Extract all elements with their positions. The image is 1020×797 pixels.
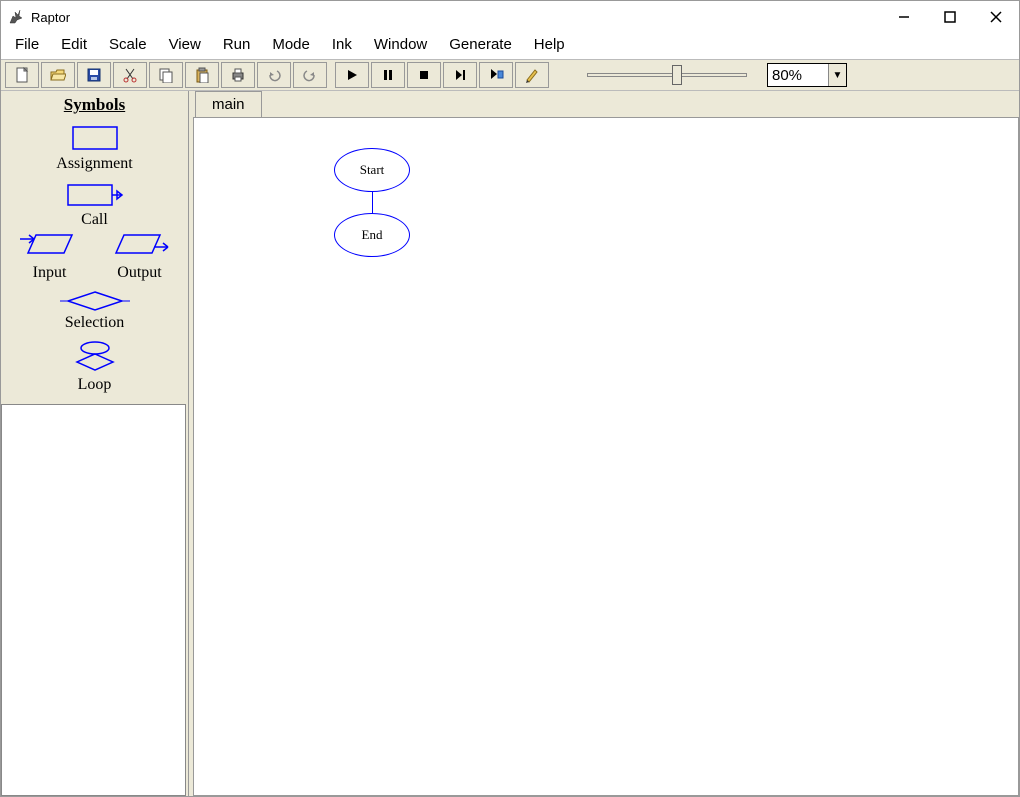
tab-main[interactable]: main [195,91,262,117]
symbol-selection[interactable]: Selection [1,290,188,332]
flow-start-node[interactable]: Start [334,148,410,192]
paste-button[interactable] [185,62,219,88]
symbol-assignment[interactable]: Assignment [1,123,188,173]
zoom-value: 80% [768,67,828,84]
new-button[interactable] [5,62,39,88]
redo-button[interactable] [293,62,327,88]
symbol-selection-label: Selection [1,314,188,332]
menu-window[interactable]: Window [364,34,437,55]
menu-view[interactable]: View [159,34,211,55]
dropdown-arrow-icon[interactable]: ▼ [828,64,846,86]
speed-slider[interactable] [587,63,747,87]
zoom-select[interactable]: 80% ▼ [767,63,847,87]
menu-help[interactable]: Help [524,34,575,55]
flow-start-label: Start [360,162,385,178]
watch-panel [1,404,186,796]
symbol-loop[interactable]: Loop [1,340,188,394]
menu-mode[interactable]: Mode [262,34,320,55]
step-into-button[interactable] [479,62,513,88]
symbol-loop-label: Loop [1,376,188,394]
symbol-call[interactable]: Call [1,181,188,229]
undo-button[interactable] [257,62,291,88]
symbol-input-label: Input [20,264,80,282]
maximize-button[interactable] [927,1,973,33]
toolbar: 80% ▼ [1,59,1019,91]
title-bar: Raptor [1,1,1019,33]
menu-ink[interactable]: Ink [322,34,362,55]
symbol-assignment-label: Assignment [1,155,188,173]
app-icon [7,8,25,26]
symbol-call-label: Call [1,211,188,229]
ink-button[interactable] [515,62,549,88]
flow-connector [372,192,373,213]
pause-button[interactable] [371,62,405,88]
close-button[interactable] [973,1,1019,33]
symbol-input[interactable]: Input [20,229,80,282]
menu-bar: File Edit Scale View Run Mode Ink Window… [1,33,1019,59]
menu-run[interactable]: Run [213,34,261,55]
symbols-sidebar: Symbols Assignment Call [1,91,189,796]
symbols-title: Symbols [1,95,188,115]
step-button[interactable] [443,62,477,88]
symbol-output-label: Output [110,264,170,282]
canvas-wrap: main Start End [189,91,1019,796]
app-title: Raptor [31,10,70,25]
menu-edit[interactable]: Edit [51,34,97,55]
stop-button[interactable] [407,62,441,88]
menu-file[interactable]: File [5,34,49,55]
flowchart-canvas[interactable]: Start End [193,117,1019,796]
copy-button[interactable] [149,62,183,88]
window-controls [881,1,1019,33]
save-button[interactable] [77,62,111,88]
flow-end-node[interactable]: End [334,213,410,257]
menu-generate[interactable]: Generate [439,34,522,55]
open-button[interactable] [41,62,75,88]
flow-end-label: End [362,227,383,243]
print-button[interactable] [221,62,255,88]
tab-strip: main [189,91,1019,117]
menu-scale[interactable]: Scale [99,34,157,55]
minimize-button[interactable] [881,1,927,33]
symbol-output[interactable]: Output [110,229,170,282]
slider-thumb[interactable] [672,65,682,85]
cut-button[interactable] [113,62,147,88]
play-button[interactable] [335,62,369,88]
